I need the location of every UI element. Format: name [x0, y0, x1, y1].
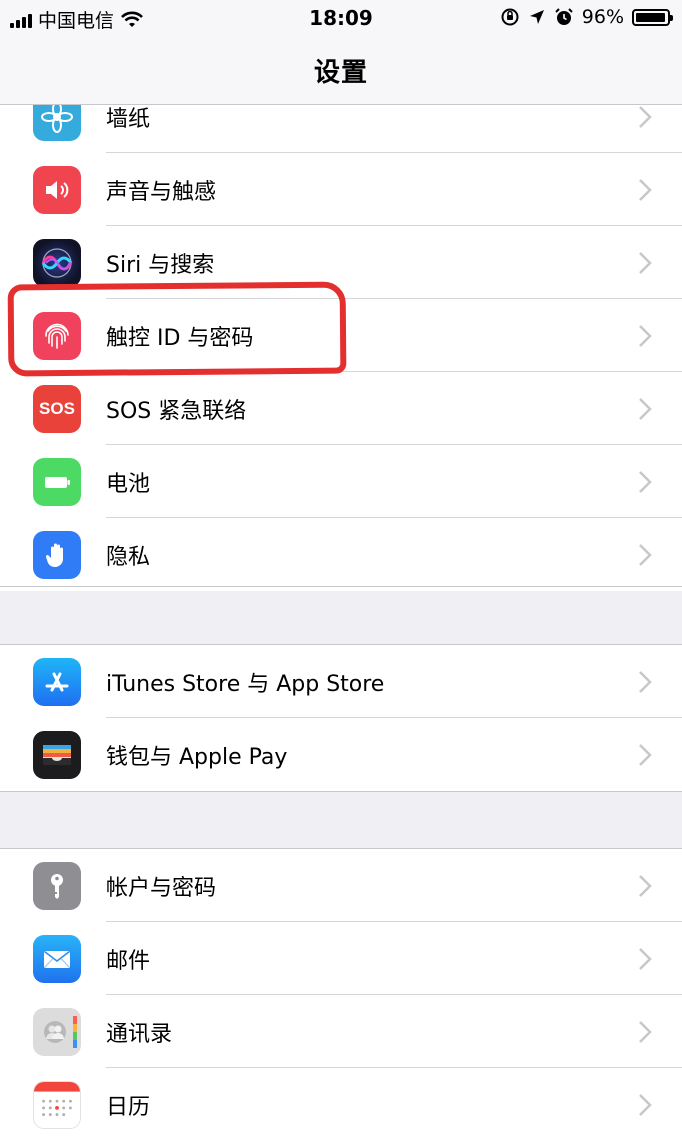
chevron-right-icon	[639, 743, 652, 766]
rotation-lock-icon	[501, 8, 519, 26]
row-label: 声音与触感	[106, 179, 217, 205]
sos-icon-text: SOS	[39, 398, 75, 418]
row-label: iTunes Store 与 App Store	[106, 671, 385, 697]
chevron-right-icon	[639, 178, 652, 201]
row-label: 墙纸	[106, 106, 151, 132]
battery-status-icon	[632, 8, 673, 26]
settings-row-wallet[interactable]: 钱包与 Apple Pay	[0, 718, 682, 791]
chevron-right-icon	[639, 251, 652, 274]
row-label: 隐私	[106, 544, 151, 570]
app-store-icon	[33, 657, 81, 706]
row-label: 电池	[106, 471, 151, 497]
location-arrow-icon	[529, 10, 544, 24]
settings-row-mail[interactable]: 邮件	[0, 922, 682, 995]
alarm-icon	[555, 8, 573, 25]
highlight-annotation	[7, 281, 347, 377]
contacts-icon	[33, 1007, 81, 1056]
row-label: SOS 紧急联络	[106, 398, 247, 424]
privacy-hand-icon	[33, 530, 81, 579]
chevron-right-icon	[639, 105, 652, 128]
row-label: 帐户与密码	[106, 875, 217, 901]
settings-row-app-store[interactable]: iTunes Store 与 App Store	[0, 645, 682, 718]
settings-row-accounts[interactable]: 帐户与密码	[0, 849, 682, 922]
chevron-right-icon	[639, 947, 652, 970]
wallet-icon	[33, 730, 81, 779]
settings-group-2: iTunes Store 与 App Store 钱包与 Apple Pay	[0, 645, 682, 791]
settings-row-privacy[interactable]: 隐私	[0, 518, 682, 591]
settings-row-battery[interactable]: 电池	[0, 445, 682, 518]
page-title-overlay: 设置	[313, 57, 368, 88]
chevron-right-icon	[639, 543, 652, 566]
chevron-right-icon	[639, 324, 652, 347]
mail-icon	[33, 934, 81, 983]
navigation-bar-overlay: 设置	[0, 36, 682, 105]
chevron-right-icon	[639, 874, 652, 897]
chevron-right-icon	[639, 1020, 652, 1043]
settings-row-sos[interactable]: SOS SOS 紧急联络	[0, 372, 682, 445]
sos-icon: SOS	[33, 384, 81, 433]
calendar-icon	[33, 1080, 81, 1129]
chevron-right-icon	[639, 397, 652, 420]
key-icon	[33, 861, 81, 910]
row-label: 钱包与 Apple Pay	[106, 744, 288, 770]
settings-row-calendar[interactable]: 日历	[0, 1068, 682, 1141]
battery-icon	[33, 457, 81, 506]
settings-group-3: 帐户与密码 邮件 通讯录 日历	[0, 849, 682, 1141]
chevron-right-icon	[639, 670, 652, 693]
chevron-right-icon	[639, 1093, 652, 1116]
siri-icon	[33, 238, 81, 287]
settings-row-sound[interactable]: 声音与触感	[0, 153, 682, 226]
chevron-right-icon	[639, 470, 652, 493]
settings-row-contacts[interactable]: 通讯录	[0, 995, 682, 1068]
status-bar: 中国电信 18:09 96%	[0, 0, 682, 36]
row-label: 日历	[106, 1094, 151, 1120]
row-label: 通讯录	[106, 1021, 173, 1047]
sound-icon	[33, 165, 81, 214]
battery-percent: 96%	[581, 6, 624, 28]
row-label: 邮件	[106, 948, 151, 974]
row-label: Siri 与搜索	[106, 252, 215, 278]
